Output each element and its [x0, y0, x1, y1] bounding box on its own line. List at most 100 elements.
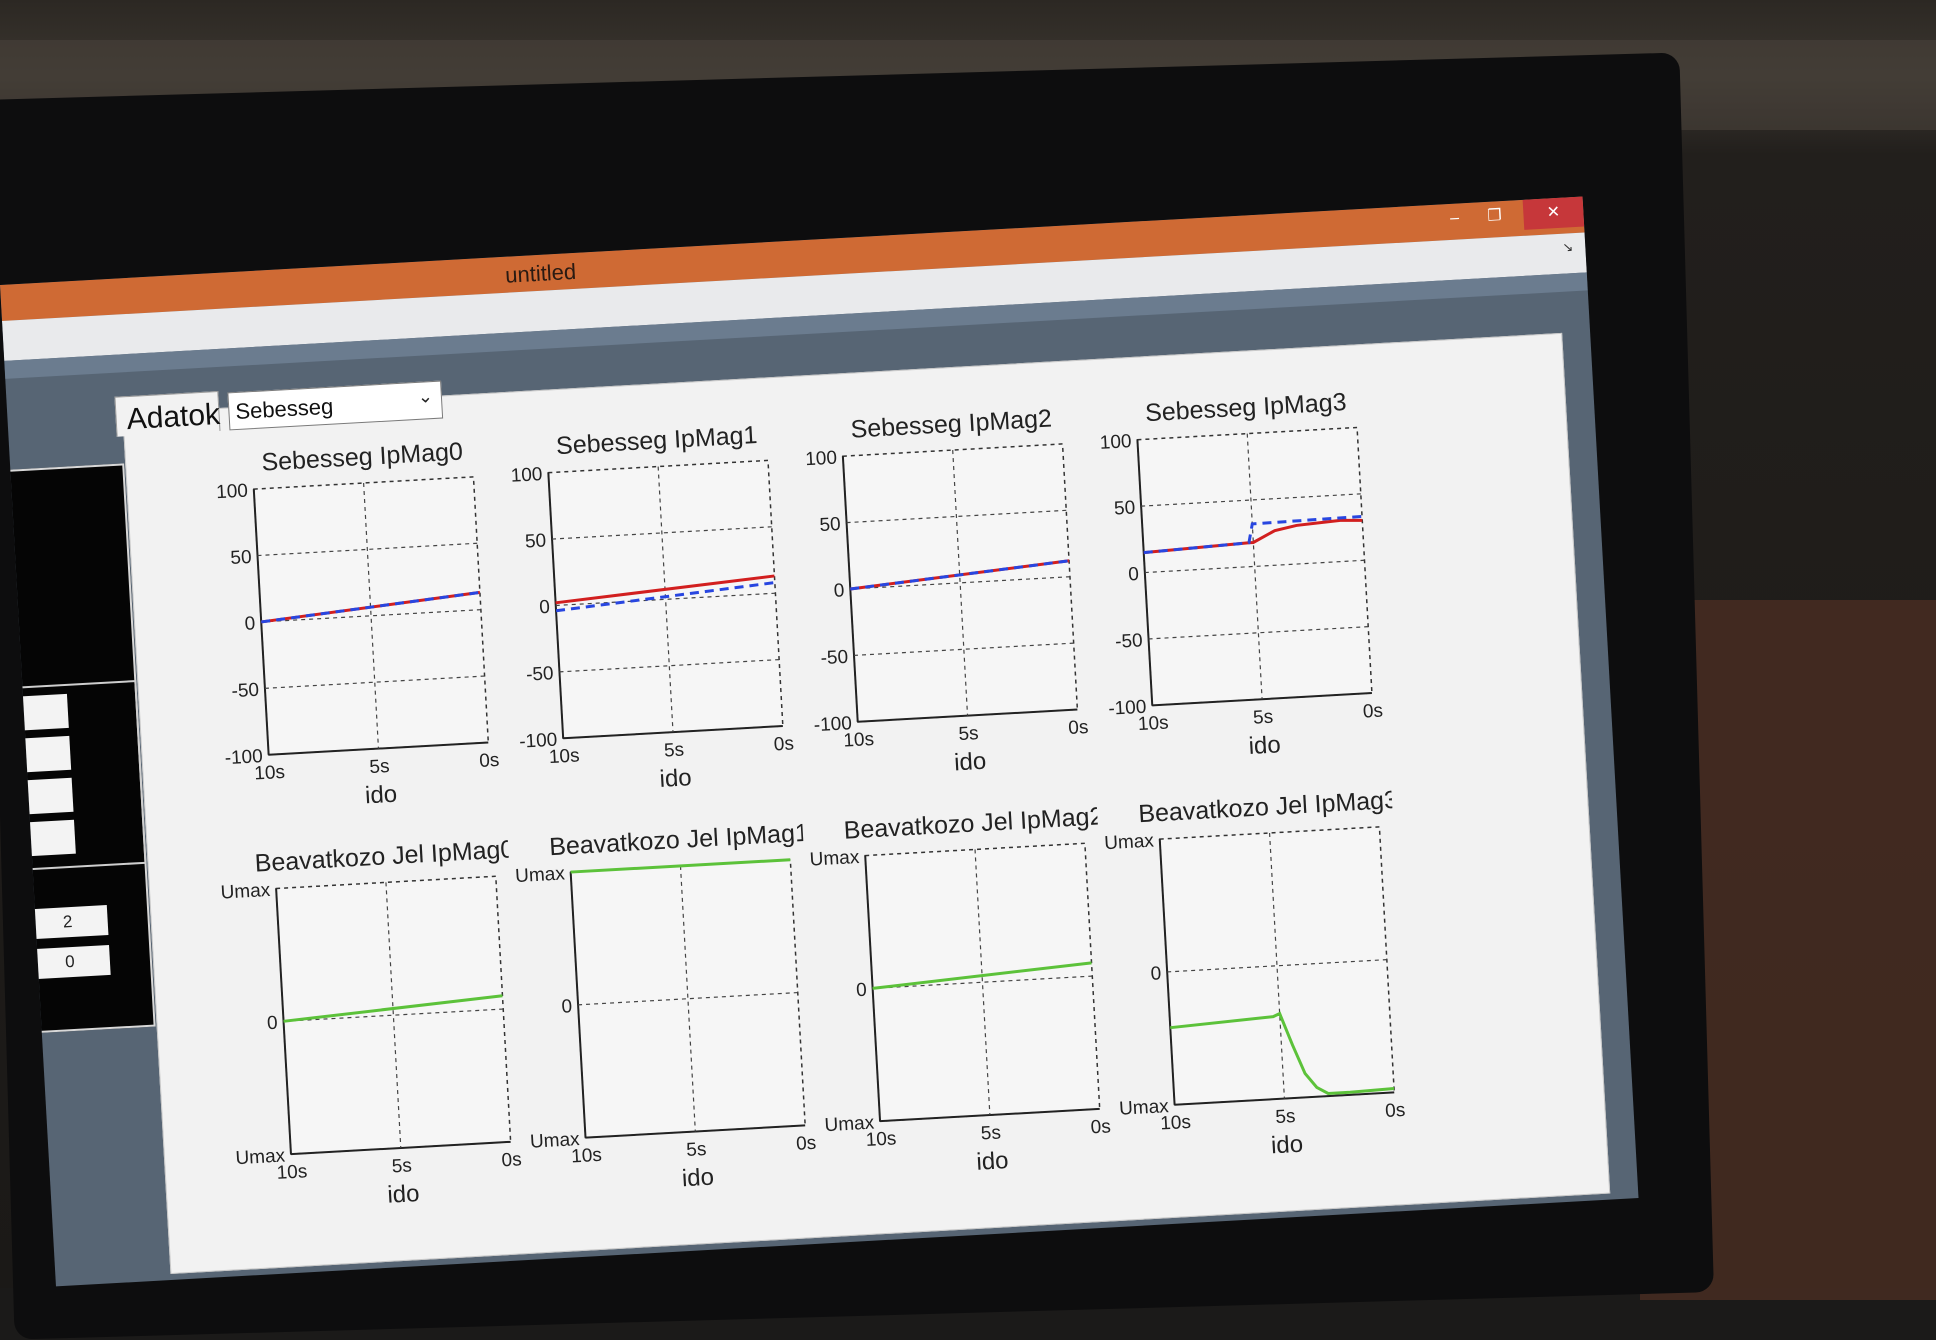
chart-svg: Sebesseg IpMag1100500-50-10010s 5s 0sido	[510, 421, 794, 793]
y-tick-label: -50	[820, 647, 849, 670]
y-tick-label: 50	[819, 514, 841, 536]
chart-svg: Beavatkozo Jel IpMag3Umax0Umax10s 5s 0sido	[1104, 786, 1406, 1160]
y-tick-label: -50	[1115, 630, 1144, 653]
chart-5: Beavatkozo Jel IpMag0 Umax 0 Umax 10s 5s 0s ido	[207, 824, 529, 1235]
input-field-4[interactable]	[24, 819, 76, 857]
x-tick-label: 0s	[1385, 1100, 1406, 1122]
x-tick-label: 5s	[1253, 707, 1274, 729]
chart-title: Beavatkozo Jel IpMag0	[254, 835, 515, 877]
plot-area	[864, 842, 1101, 1122]
plot-area	[1136, 426, 1373, 707]
chart-title: Beavatkozo Jel IpMag3	[1138, 786, 1399, 828]
y-tick-label: 50	[524, 530, 546, 552]
plot-area	[253, 476, 490, 756]
close-button[interactable]: ✕	[1522, 196, 1585, 230]
y-tick-label: 0	[1150, 963, 1162, 985]
y-tick-label: 0	[539, 597, 551, 619]
y-tick-label: Umax	[515, 863, 566, 887]
chart-svg: Beavatkozo Jel IpMag1Umax0Umax10s 5s 0sido	[515, 819, 817, 1193]
x-tick-label: 10s	[1160, 1112, 1192, 1135]
y-tick-label: 100	[805, 448, 838, 471]
y-tick-label: 0	[856, 980, 868, 1002]
x-axis-label: ido	[659, 764, 692, 793]
plot-area	[569, 858, 806, 1139]
x-tick-label: 10s	[548, 745, 580, 768]
x-tick-label: 5s	[663, 740, 684, 762]
x-tick-label: 10s	[843, 729, 875, 752]
x-tick-label: 5s	[958, 723, 979, 745]
data-panel: Adatok Sebesseg ⌄ Sebesseg IpMag0 100 50 0 -…	[114, 332, 1611, 1275]
x-tick-label: 5s	[686, 1139, 707, 1161]
x-tick-label: 5s	[369, 756, 390, 778]
input-field-1[interactable]	[17, 693, 69, 731]
y-tick-label: -50	[526, 663, 555, 686]
chart-svg: Beavatkozo Jel IpMag2Umax0Umax10s 5s 0sido	[809, 802, 1111, 1176]
y-tick-label: Umax	[809, 847, 860, 871]
signal-select[interactable]: Sebesseg ⌄	[227, 380, 444, 431]
plot-area	[1158, 826, 1396, 1106]
x-tick-label: 0s	[501, 1149, 522, 1171]
minimize-button[interactable]: –	[1435, 203, 1475, 235]
x-tick-label: 10s	[865, 1128, 897, 1151]
maximize-button[interactable]: ❐	[1475, 200, 1515, 232]
x-tick-label: 0s	[1362, 700, 1383, 722]
resize-arrow-icon[interactable]: ↘	[1562, 239, 1574, 256]
plot-area	[275, 875, 512, 1155]
x-tick-label: 10s	[276, 1161, 308, 1184]
chart-svg: Beavatkozo Jel IpMag0Umax0Umax10s 5s 0sido	[220, 835, 522, 1209]
input-field-3[interactable]	[21, 777, 74, 815]
y-tick-label: Umax	[1104, 830, 1155, 854]
chart-2: Sebesseg IpMag1 100 50 0 -50 -100 10s 5s 0s ido	[480, 408, 802, 819]
y-tick-label: Umax	[220, 880, 271, 904]
x-tick-label: 0s	[796, 1133, 817, 1155]
input-group	[14, 680, 147, 871]
plot-area	[842, 443, 1079, 723]
chart-6: Beavatkozo Jel IpMag1 Umax 0 Umax 10s 5s 0s ido	[502, 807, 824, 1218]
y-tick-label: 100	[1099, 431, 1132, 454]
chart-title: Beavatkozo Jel IpMag1	[549, 819, 810, 861]
chevron-down-icon: ⌄	[417, 386, 434, 407]
x-tick-label: 0s	[479, 750, 500, 772]
x-tick-label: 10s	[1137, 712, 1169, 735]
chart-title: Sebesseg IpMag3	[1144, 388, 1347, 427]
x-tick-label: 5s	[391, 1155, 412, 1177]
value-field-2[interactable]: 0	[29, 944, 111, 980]
chart-7: Beavatkozo Jel IpMag2 Umax 0 Umax 10s 5s 0s ido	[796, 791, 1118, 1202]
chart-8: Beavatkozo Jel IpMag3 Umax 0 Umax 10s 5s 0s ido	[1091, 774, 1413, 1185]
x-axis-label: ido	[387, 1180, 420, 1209]
app-window: untitled – ❐ ✕ ↘ 2 0 Adatok Sebesseg ⌄ S…	[0, 196, 1639, 1287]
y-tick-label: 50	[230, 547, 252, 569]
value-field-1[interactable]: 2	[26, 905, 109, 940]
chart-1: Sebesseg IpMag0 100 50 0 -50 -100 10s 5s 0s ido	[185, 424, 507, 835]
y-tick-label: 50	[1114, 497, 1136, 519]
x-axis-label: ido	[953, 748, 986, 777]
x-tick-label: 0s	[773, 733, 794, 755]
x-axis-label: ido	[1248, 731, 1281, 760]
x-tick-label: 10s	[254, 762, 286, 785]
chart-title: Beavatkozo Jel IpMag2	[843, 802, 1104, 844]
tab-adatok[interactable]: Adatok	[114, 390, 221, 437]
y-tick-label: 0	[1128, 564, 1140, 586]
y-tick-label: 0	[561, 996, 573, 1018]
x-tick-label: 5s	[1275, 1106, 1296, 1128]
chart-svg: Sebesseg IpMag2100500-50-10010s 5s 0sido	[805, 405, 1089, 777]
x-tick-label: 10s	[571, 1145, 603, 1168]
chart-title: Sebesseg IpMag0	[261, 437, 464, 476]
y-tick-label: 0	[244, 613, 256, 635]
y-tick-label: 0	[833, 580, 845, 602]
y-tick-label: 100	[510, 464, 543, 487]
x-tick-label: 0s	[1090, 1116, 1111, 1138]
window-title: untitled	[504, 258, 577, 288]
y-tick-label: 0	[266, 1013, 278, 1035]
input-field-2[interactable]	[19, 735, 72, 773]
x-axis-label: ido	[681, 1164, 714, 1193]
y-tick-label: 100	[216, 481, 249, 504]
chart-title: Sebesseg IpMag2	[850, 405, 1053, 444]
signal-select-value: Sebesseg	[234, 393, 334, 425]
x-axis-label: ido	[1270, 1131, 1303, 1160]
y-tick-label: -50	[231, 680, 260, 703]
chart-3: Sebesseg IpMag2 100 50 0 -50 -100 10s 5s 0s ido	[774, 391, 1096, 802]
chart-title: Sebesseg IpMag1	[555, 421, 758, 460]
x-axis-label: ido	[976, 1147, 1009, 1176]
chart-svg: Sebesseg IpMag3100500-50-10010s 5s 0sido	[1099, 388, 1383, 760]
